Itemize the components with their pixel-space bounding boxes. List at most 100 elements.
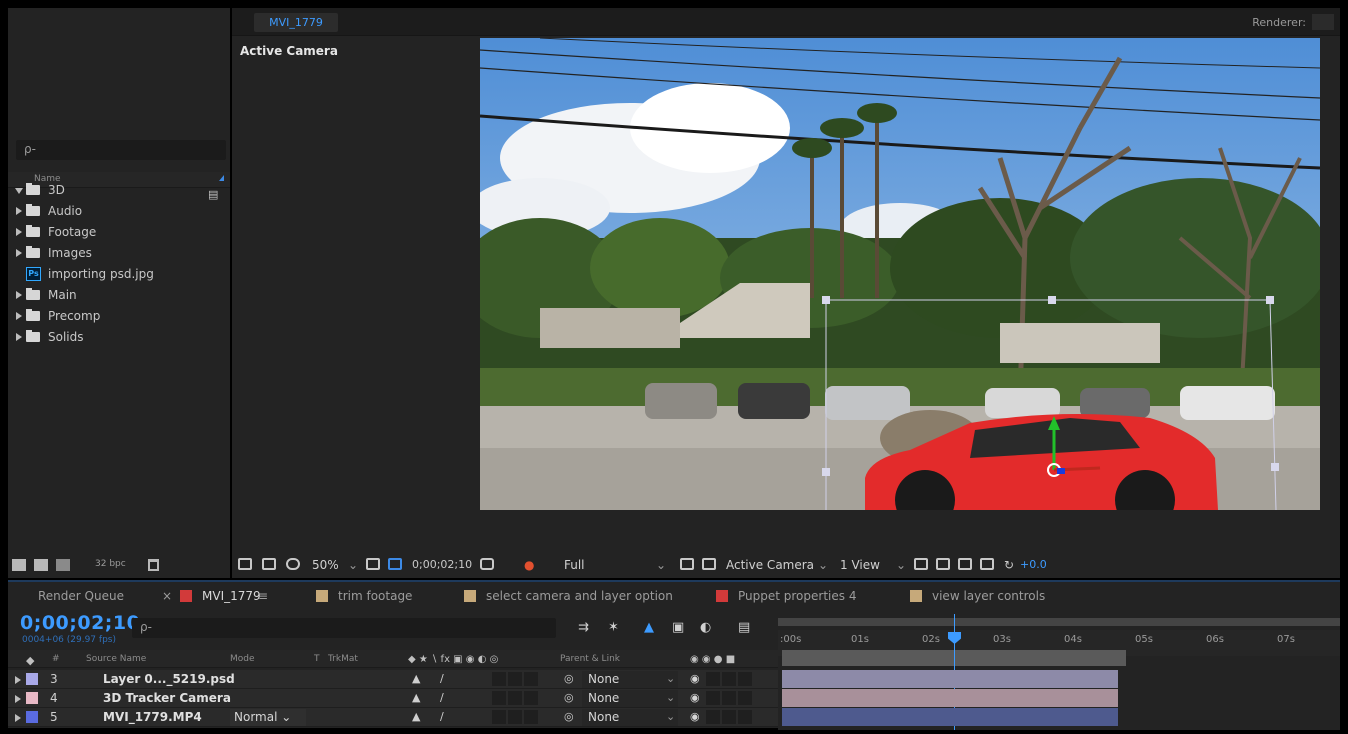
timeline-current-time[interactable]: 0;00;02;10 [20,612,140,634]
timeline-search-input[interactable]: ρ- [132,618,556,638]
3d-layer-switch[interactable] [524,691,538,705]
chevron-down-icon[interactable]: ⌄ [666,672,675,685]
time-graph[interactable]: :00s 01s 02s 03s 04s 05s 06s 07s [778,610,1340,730]
visibility-eye-icon[interactable]: ◉ [690,691,700,704]
timeline-tab[interactable]: Puppet properties 4 [738,589,856,603]
chevron-down-icon[interactable]: ⌄ [348,558,358,572]
switch-cell[interactable] [508,691,522,705]
switch-cell[interactable] [492,691,506,705]
draft-3d-icon[interactable]: ✶ [608,620,619,635]
expand-right-icon[interactable] [16,291,22,299]
layer-source-name[interactable]: Layer 0..._5219.psd [103,672,235,686]
expand-right-icon[interactable] [16,312,22,320]
mask-visibility-icon[interactable] [388,558,402,570]
chevron-down-icon[interactable]: ⌄ [818,558,828,572]
expand-right-icon[interactable] [15,714,21,722]
layer-label-color[interactable] [26,673,38,685]
layer-label-color[interactable] [26,692,38,704]
layer-row[interactable]: 5 MVI_1779.MP4 Normal ⌄ ▲ ∕ ◎ None ⌄ ◉ [8,708,778,727]
expand-down-icon[interactable] [15,188,23,194]
lock-cell[interactable] [738,691,752,705]
audio-cell[interactable] [706,710,720,724]
shy-switch-icon[interactable]: ▲ [412,710,420,723]
project-item-footage[interactable]: Footage [8,222,208,243]
hierarchy-icon[interactable]: ▤ [208,188,218,201]
layer-row[interactable]: 4 3D Tracker Camera ▲ ∕ ◎ None ⌄ ◉ [8,689,778,708]
project-item-images[interactable]: Images [8,243,208,264]
label-column-icon[interactable]: ◆ [26,654,34,667]
exposure-value[interactable]: +0.0 [1020,558,1047,571]
project-item-importing-psd-jpg[interactable]: Ps importing psd.jpg [8,264,208,285]
timeline-tab[interactable]: MVI_1779 [202,589,261,603]
quality-switch-icon[interactable]: ∕ [440,672,444,685]
camera-snapshot-icon[interactable] [480,558,494,570]
chevron-down-icon[interactable]: ⌄ [896,558,906,572]
flowchart-icon[interactable] [980,558,994,570]
motion-blur-icon[interactable]: ◐ [700,620,711,635]
color-channels-icon[interactable]: ● [524,558,534,572]
zoom-dropdown[interactable]: 50% [312,558,339,572]
timeline-tab[interactable]: view layer controls [932,589,1045,603]
layer-row[interactable]: 3 Layer 0..._5219.psd ▲ ∕ ◎ None ⌄ ◉ [8,670,778,689]
audio-cell[interactable] [706,691,720,705]
new-composition-icon[interactable] [56,559,70,571]
switch-cell[interactable] [492,672,506,686]
toggle-pixel-aspect-icon[interactable] [914,558,928,570]
always-preview-icon[interactable] [238,558,252,570]
view-layout-dropdown[interactable]: 1 View [840,558,880,572]
3d-view-dropdown[interactable]: Active Camera [726,558,814,572]
switch-cell[interactable] [492,710,506,724]
layer-label-color[interactable] [26,711,38,723]
solo-cell[interactable] [722,672,736,686]
trash-icon[interactable] [148,559,159,571]
quality-switch-icon[interactable]: ∕ [440,691,444,704]
renderer-dropdown[interactable] [1312,14,1334,30]
pick-whip-icon[interactable]: ◎ [564,691,574,704]
project-search-input[interactable]: ρ- [16,140,226,160]
fast-previews-icon[interactable] [936,558,950,570]
grid-icon[interactable] [366,558,380,570]
frame-blending-icon[interactable]: ▣ [672,620,684,635]
expand-right-icon[interactable] [16,228,22,236]
composition-viewer[interactable] [480,38,1320,510]
vr-icon[interactable] [286,558,300,570]
project-item-audio[interactable]: Audio [8,201,208,222]
composition-tab[interactable]: MVI_1779 [254,13,338,32]
interpret-footage-icon[interactable] [12,559,26,571]
monitor-icon[interactable] [262,558,276,570]
switch-cell[interactable] [508,672,522,686]
project-item-solids[interactable]: Solids [8,327,208,348]
switch-cell[interactable] [508,710,522,724]
audio-cell[interactable] [706,672,720,686]
lock-cell[interactable] [738,710,752,724]
graph-editor-icon[interactable]: ▤ [738,620,750,635]
pick-whip-icon[interactable]: ◎ [564,710,574,723]
source-name-column-label[interactable]: Source Name [86,654,146,664]
shy-switch-icon[interactable]: ▲ [412,672,420,685]
resolution-dropdown[interactable]: Full [564,558,585,572]
close-tab-icon[interactable]: × [162,589,172,603]
3d-layer-switch[interactable] [524,672,538,686]
quality-switch-icon[interactable]: ∕ [440,710,444,723]
project-item-main[interactable]: Main [8,285,208,306]
timeline-tab[interactable]: trim footage [338,589,412,603]
timeline-tab[interactable]: Render Queue [38,589,124,603]
shy-switch-icon[interactable]: ▲ [412,691,420,704]
new-folder-icon[interactable] [34,559,48,571]
lock-cell[interactable] [738,672,752,686]
expand-right-icon[interactable] [16,207,22,215]
layer-source-name[interactable]: 3D Tracker Camera [103,691,231,705]
expand-right-icon[interactable] [15,695,21,703]
reset-exposure-icon[interactable]: ↻ [1004,558,1014,572]
solo-cell[interactable] [722,710,736,724]
time-navigator[interactable] [778,618,1340,626]
project-item-precomp[interactable]: Precomp [8,306,208,327]
layer-source-name[interactable]: MVI_1779.MP4 [103,710,202,724]
blend-mode-dropdown[interactable]: Normal ⌄ [230,709,306,726]
current-time-display[interactable]: 0;00;02;10 [412,558,472,571]
timeline-icon[interactable] [958,558,972,570]
shy-layers-icon[interactable]: ▲ [644,620,654,635]
project-item-3d[interactable]: 3D [8,180,208,201]
expand-right-icon[interactable] [15,676,21,684]
visibility-eye-icon[interactable]: ◉ [690,672,700,685]
